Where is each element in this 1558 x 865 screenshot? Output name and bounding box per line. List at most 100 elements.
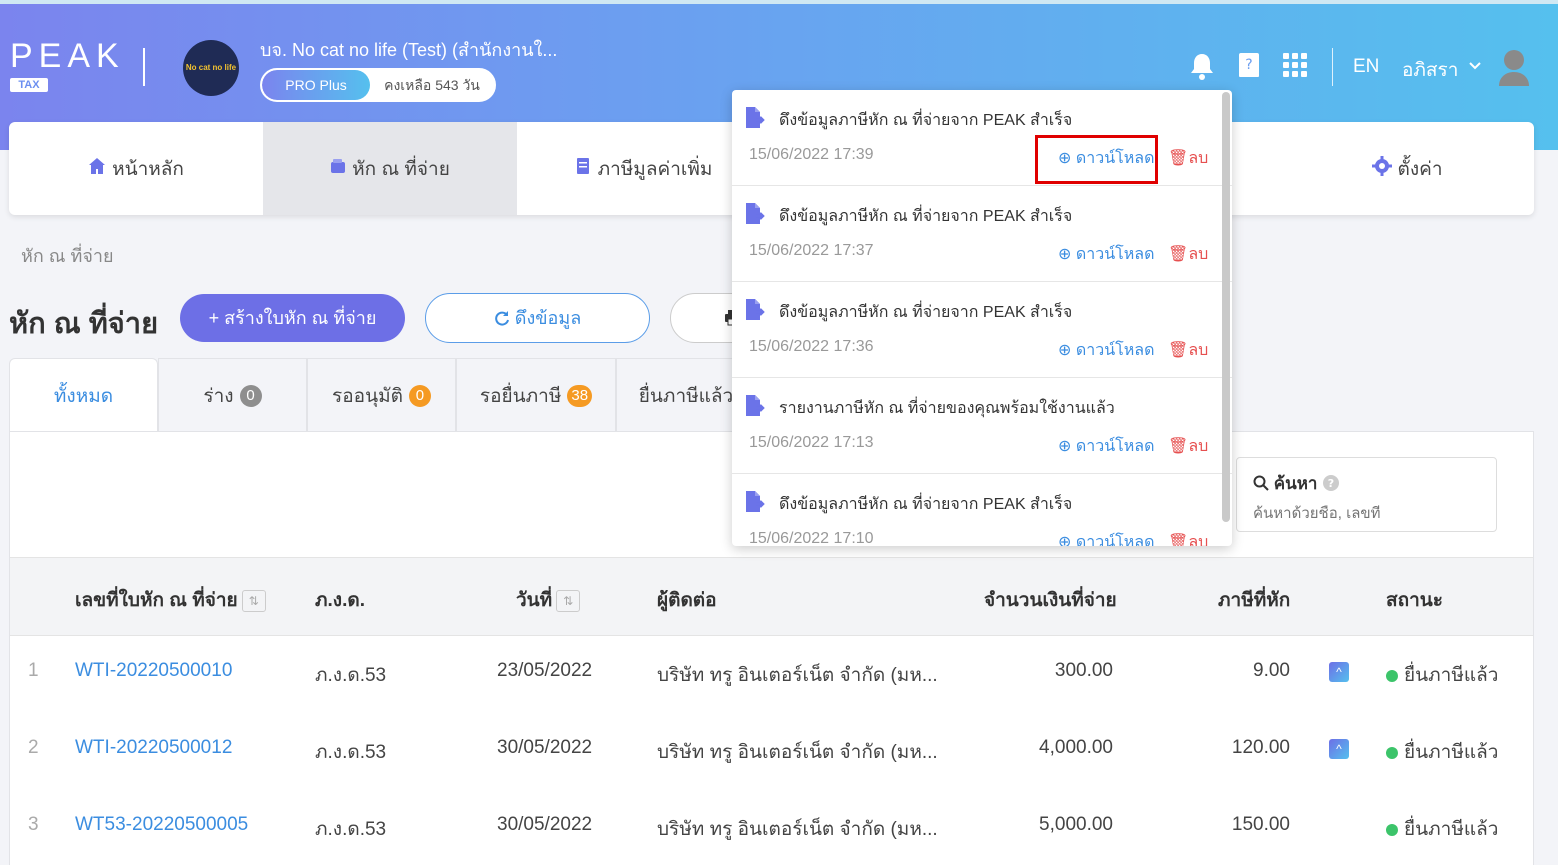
language-switch[interactable]: EN (1353, 56, 1379, 78)
sort-icon[interactable]: ⇅ (241, 589, 266, 612)
nav-item-settings[interactable]: ตั้งค่า (1280, 122, 1534, 215)
create-withholding-button[interactable]: + สร้างใบหัก ณ ที่จ่าย (180, 294, 405, 342)
col-tax: ภาษีที่หัก (1218, 590, 1291, 611)
delete-link[interactable]: 🗑ลบ (1168, 242, 1208, 267)
download-highlight-box (1035, 135, 1158, 184)
delete-link[interactable]: 🗑ลบ (1168, 434, 1208, 459)
trash-icon: 🗑 (1168, 534, 1189, 546)
peak-logo[interactable]: PEAK (10, 39, 125, 73)
help-icon[interactable]: ? (1322, 474, 1340, 493)
doc-no-link[interactable]: WTI-20220500010 (75, 660, 232, 682)
chevron-down-icon[interactable] (1467, 58, 1483, 79)
trash-icon: 🗑 (1168, 342, 1189, 359)
date-cell: 30/05/2022 (497, 814, 593, 835)
book-icon[interactable]: ? (1236, 52, 1262, 78)
nav-item-label: ภาษีมูลค่าเพิ่ม (597, 158, 713, 180)
download-label: ดาวน์โหลด (1075, 246, 1155, 263)
tax-cell: 120.00 (1231, 737, 1290, 758)
count-badge: 38 (567, 384, 593, 407)
tab-draft[interactable]: ร่าง 0 (158, 358, 307, 432)
pull-data-label: ดึงข้อมูล (514, 308, 582, 328)
delete-link[interactable]: 🗑ลบ (1168, 146, 1208, 171)
nav-item-label: หัก ณ ที่จ่าย (352, 158, 450, 180)
status-cell: ยื่นภาษีแล้ว (1386, 660, 1498, 690)
download-link[interactable]: ⊕ ดาวน์โหลด (1058, 338, 1155, 363)
user-avatar-icon[interactable] (1497, 48, 1531, 86)
table-row[interactable]: 1 WTI-20220500010 ภ.ง.ด.53 23/05/2022 บร… (10, 636, 1533, 713)
delete-label: ลบ (1188, 534, 1209, 546)
company-name[interactable]: บจ. No cat no life (Test) (สำนักงานใ... (260, 35, 557, 64)
company-logo-text: No cat no life (185, 63, 237, 72)
download-link[interactable]: ⊕ ดาวน์โหลด (1058, 530, 1155, 546)
download-icon: ⊕ (1058, 438, 1072, 455)
sort-icon[interactable]: ⇅ (556, 589, 581, 612)
delete-link[interactable]: 🗑ลบ (1168, 338, 1208, 363)
svg-text:?: ? (1245, 57, 1252, 73)
search-input[interactable] (1253, 505, 1480, 522)
table-row[interactable]: 3 WT53-20220500005 ภ.ง.ด.53 30/05/2022 บ… (10, 790, 1533, 865)
breadcrumb[interactable]: หัก ณ ที่จ่าย (21, 241, 114, 270)
amount-cell: 4,000.00 (1039, 737, 1113, 758)
col-doc-no-label: เลขที่ใบหัก ณ ที่จ่าย (75, 590, 238, 611)
peak-tax-badge: TAX (10, 78, 48, 92)
peak-source-icon: ^ (1329, 662, 1349, 682)
form-cell: ภ.ง.ด.53 (315, 742, 387, 763)
nav-item-home[interactable]: หน้าหลัก (9, 122, 263, 215)
table-row[interactable]: 2 WTI-20220500012 ภ.ง.ด.53 30/05/2022 บร… (10, 713, 1533, 790)
tab-awaiting-filing[interactable]: รอยื่นภาษี 38 (456, 358, 616, 432)
status-tabs: ทั้งหมด ร่าง 0 รออนุมัติ 0 รอยื่นภาษี 38… (9, 358, 756, 432)
col-doc-no[interactable]: เลขที่ใบหัก ณ ที่จ่าย ⇅ (75, 585, 266, 615)
file-export-icon (744, 106, 766, 130)
download-icon: ⊕ (1058, 534, 1072, 546)
contact-cell: บริษัท ทรู อินเตอร์เน็ต จำกัด (มห... (657, 742, 938, 763)
company-logo[interactable]: No cat no life (183, 40, 239, 96)
search-box: ค้นหา ? (1236, 457, 1497, 532)
apps-grid-icon[interactable] (1282, 52, 1308, 78)
delete-link[interactable]: 🗑ลบ (1168, 530, 1208, 546)
doc-no-link[interactable]: WTI-20220500012 (75, 737, 232, 759)
status-dot (1386, 746, 1398, 759)
doc-no-link[interactable]: WT53-20220500005 (75, 814, 248, 836)
download-icon: ⊕ (1058, 246, 1072, 263)
status-label: ยื่นภาษีแล้ว (1404, 665, 1499, 686)
wallet-icon (330, 158, 346, 179)
download-label: ดาวน์โหลด (1075, 438, 1155, 455)
delete-label: ลบ (1188, 438, 1209, 455)
status-label: ยื่นภาษีแล้ว (1404, 819, 1499, 840)
file-export-icon (744, 490, 766, 514)
pull-data-button[interactable]: ดึงข้อมูล (425, 293, 650, 343)
tab-awaiting-approval[interactable]: รออนุมัติ 0 (307, 358, 456, 432)
status-dot (1386, 669, 1398, 682)
col-status: สถานะ (1386, 590, 1443, 611)
notification-scrollbar[interactable] (1222, 92, 1230, 522)
contact-cell: บริษัท ทรู อินเตอร์เน็ต จำกัด (มห... (657, 819, 938, 840)
contact-cell: บริษัท ทรู อินเตอร์เน็ต จำกัด (มห... (657, 665, 938, 686)
delete-label: ลบ (1188, 342, 1209, 359)
file-export-icon (744, 202, 766, 226)
tab-label: ร่าง (203, 385, 234, 407)
date-cell: 30/05/2022 (497, 737, 593, 758)
date-cell: 23/05/2022 (497, 660, 593, 681)
plan-badge: PRO Plus คงเหลือ 543 วัน (260, 68, 496, 102)
download-label: ดาวน์โหลด (1075, 534, 1155, 546)
refresh-icon (494, 308, 515, 328)
search-label-text: ค้นหา (1273, 474, 1318, 493)
download-icon: ⊕ (1058, 342, 1072, 359)
trash-icon: 🗑 (1168, 246, 1189, 263)
search-icon (1253, 474, 1274, 493)
col-contact: ผู้ติดต่อ (657, 590, 717, 611)
notification-title: รายงานภาษีหัก ณ ที่จ่ายของคุณพร้อมใช้งาน… (779, 400, 1115, 417)
amount-cell: 300.00 (1054, 660, 1113, 681)
col-date[interactable]: วันที่ ⇅ (516, 585, 581, 615)
tab-all[interactable]: ทั้งหมด (9, 358, 158, 432)
nav-item-withholding[interactable]: หัก ณ ที่จ่าย (263, 122, 517, 215)
status-cell: ยื่นภาษีแล้ว (1386, 737, 1498, 767)
download-link[interactable]: ⊕ ดาวน์โหลด (1058, 242, 1155, 267)
download-link[interactable]: ⊕ ดาวน์โหลด (1058, 434, 1155, 459)
row-number: 2 (28, 737, 39, 758)
status-label: ยื่นภาษีแล้ว (1404, 742, 1499, 763)
notification-item: ดึงข้อมูลภาษีหัก ณ ที่จ่ายจาก PEAK สำเร็… (732, 282, 1232, 378)
bell-icon[interactable] (1189, 52, 1215, 80)
search-label: ค้นหา ? (1253, 470, 1480, 497)
user-name[interactable]: อภิสรา (1402, 55, 1458, 85)
